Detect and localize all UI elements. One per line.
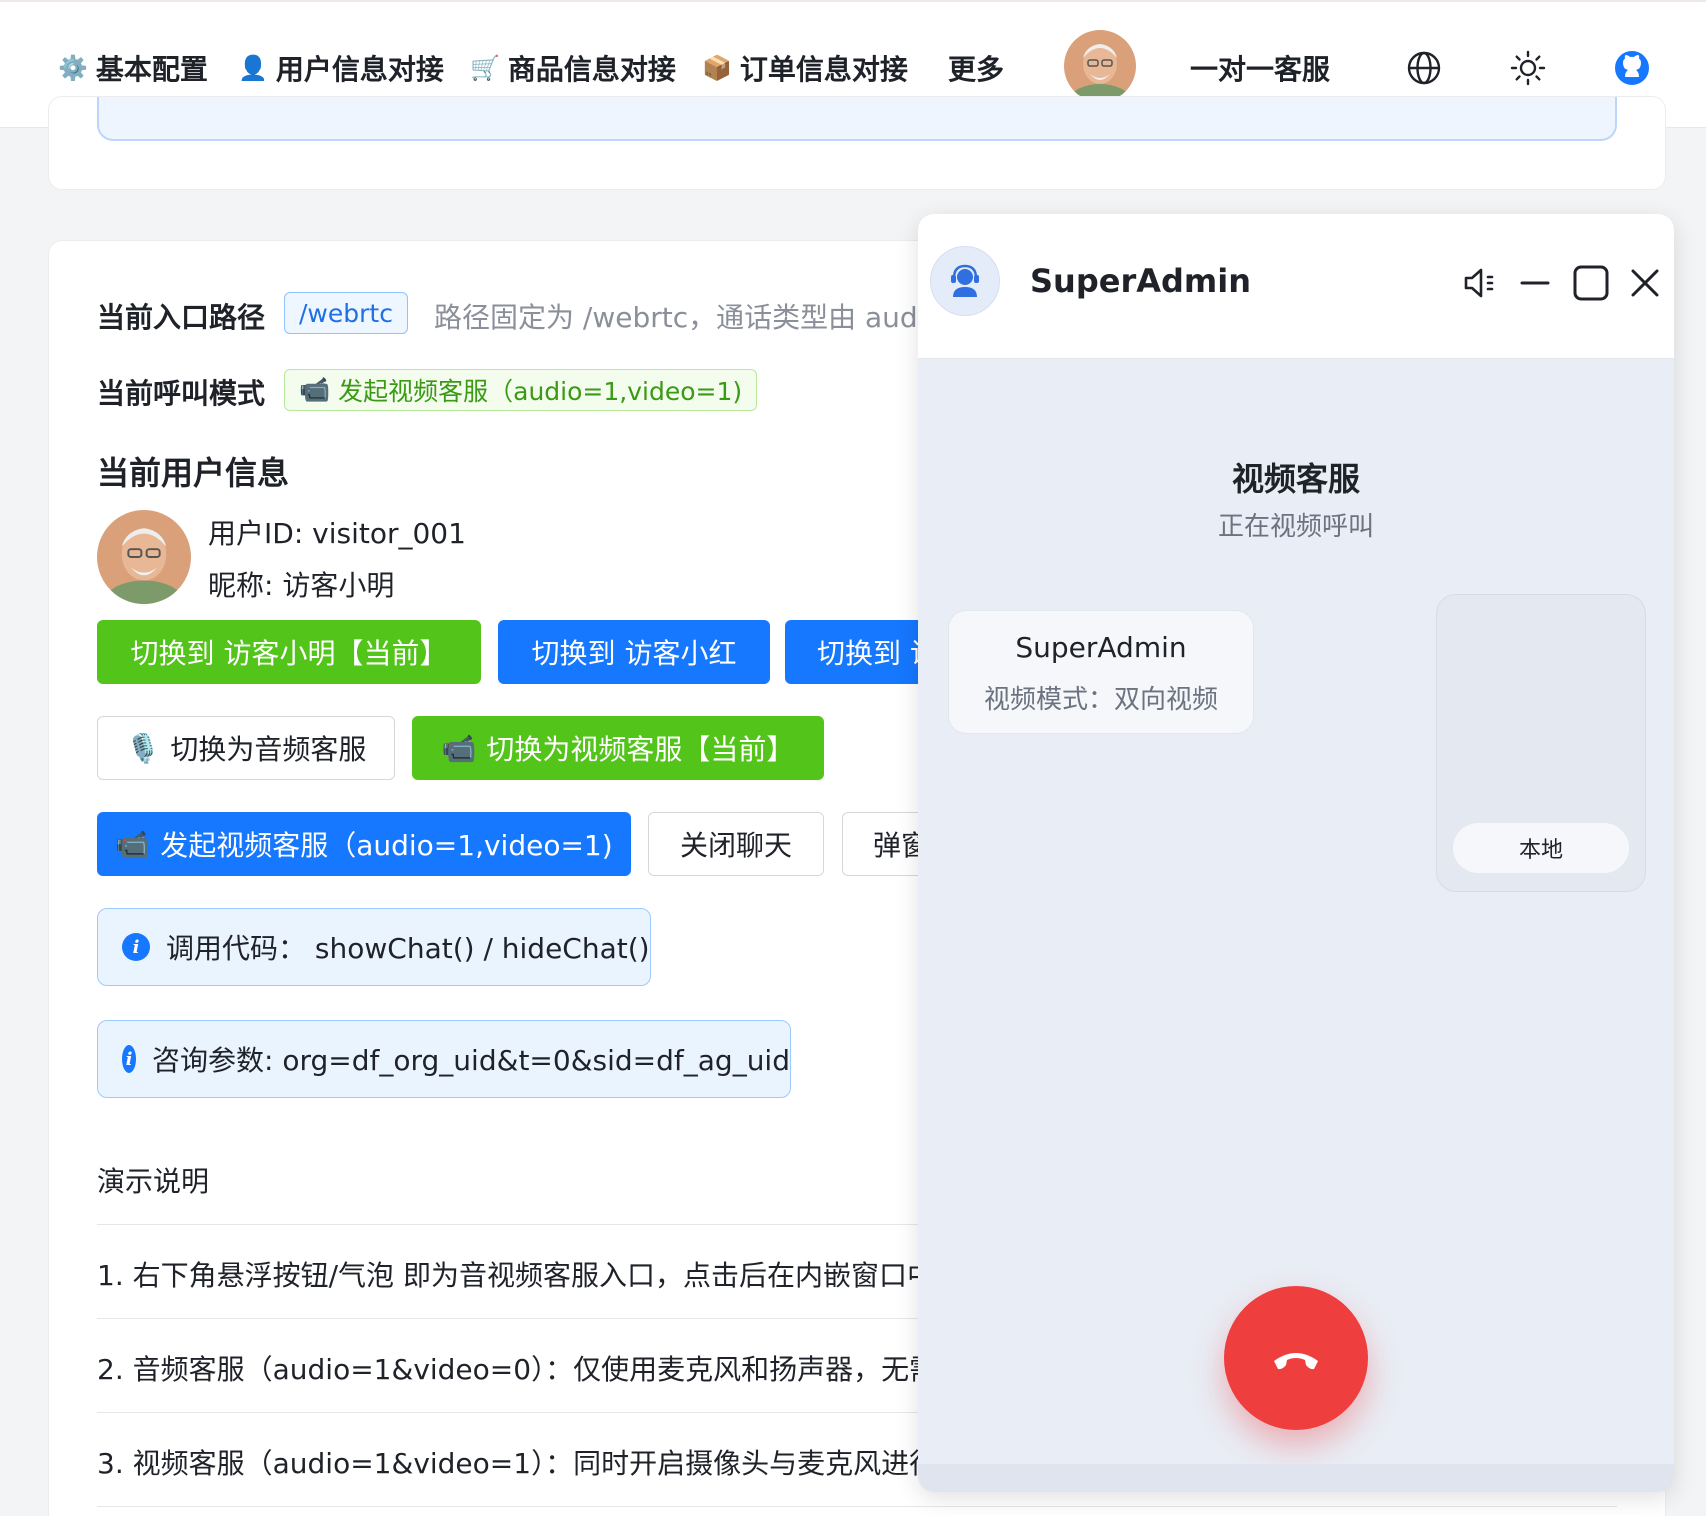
switch-audio-mode-button[interactable]: 🎙️ 切换为音频客服 (97, 716, 395, 780)
nav-label: 基本配置 (95, 53, 208, 86)
remote-participant-card: SuperAdmin 视频模式：双向视频 (948, 610, 1254, 734)
headset-icon (951, 264, 979, 297)
sun-icon[interactable] (1506, 46, 1550, 90)
video-camera-icon: 📹 (115, 827, 151, 861)
globe-icon[interactable] (1402, 46, 1446, 90)
switch-video-mode-button[interactable]: 📹 切换为视频客服【当前】 (412, 716, 824, 780)
nickname-text: 昵称: 访客小明 (208, 569, 395, 602)
local-video-preview: 本地 (1436, 594, 1646, 892)
params-info-text: 咨询参数: org=df_org_uid&t=0&sid=df_ag_uid (152, 1044, 790, 1077)
call-status: 正在视频呼叫 (1217, 512, 1374, 542)
user-id-text: 用户ID: visitor_001 (208, 517, 466, 550)
demo-title: 演示说明 (97, 1165, 210, 1198)
switch-visitor-xiaoming-button[interactable]: 切换到 访客小明【当前】 (97, 620, 481, 684)
minimize-icon[interactable] (1512, 260, 1558, 306)
user-avatar[interactable] (1064, 30, 1136, 102)
info-strip (97, 97, 1617, 141)
call-window-footer (918, 1464, 1674, 1492)
remote-name: SuperAdmin (1015, 631, 1187, 664)
start-video-support-button[interactable]: 📹 发起视频客服（audio=1,video=1) (97, 812, 631, 876)
local-label: 本地 (1453, 823, 1629, 873)
video-camera-icon: 📹 (299, 375, 331, 404)
remote-mode: 视频模式：双向视频 (983, 685, 1218, 715)
code-info-text: 调用代码： showChat() / hideChat() (166, 932, 650, 965)
nav-label: 用户信息对接 (275, 53, 444, 86)
params-info-box: i 咨询参数: org=df_org_uid&t=0&sid=df_ag_uid (97, 1020, 791, 1098)
maximize-icon[interactable] (1568, 260, 1614, 306)
nav-user-info[interactable]: 👤 用户信息对接 (238, 46, 444, 90)
info-icon: i (122, 1045, 137, 1073)
button-label: 发起视频客服（audio=1,video=1) (160, 829, 613, 862)
button-label: 切换为视频客服【当前】 (486, 733, 795, 766)
entry-path-note: 路径固定为 /webrtc，通话类型由 audi (434, 301, 926, 334)
user-info-title: 当前用户信息 (97, 454, 290, 492)
nav-one-on-one-support[interactable]: 一对一客服 (1190, 46, 1330, 90)
package-icon: 📦 (702, 54, 732, 82)
speaker-icon[interactable] (1458, 260, 1504, 306)
nav-more-label: 更多 (948, 53, 1005, 86)
nav-basic-config[interactable]: ⚙️ 基本配置 (58, 46, 208, 90)
mic-icon: 🎙️ (125, 731, 161, 765)
switch-visitor-third-button[interactable]: 切换到 访 (785, 620, 925, 684)
nav-order-info[interactable]: 📦 订单信息对接 (702, 46, 908, 90)
close-chat-button[interactable]: 关闭聊天 (648, 812, 824, 876)
button-label: 切换为音频客服 (170, 733, 367, 766)
code-info-box: i 调用代码： showChat() / hideChat() (97, 908, 651, 986)
cart-icon: 🛒 (470, 54, 500, 82)
gear-icon: ⚙️ (58, 54, 88, 82)
hangup-icon (1274, 1353, 1318, 1370)
call-mode-tag: 📹 发起视频客服（audio=1,video=1) (284, 369, 758, 411)
call-window-header: SuperAdmin (918, 214, 1674, 359)
divider (97, 1506, 1617, 1507)
hangup-button[interactable] (1224, 1286, 1368, 1430)
video-camera-icon: 📹 (441, 731, 477, 765)
close-icon[interactable] (1622, 260, 1668, 306)
nav-support-label: 一对一客服 (1190, 53, 1331, 86)
config-card-top (48, 96, 1666, 190)
info-icon: i (122, 933, 150, 961)
nav-label: 订单信息对接 (739, 53, 908, 86)
visitor-avatar (97, 510, 191, 604)
entry-path-label: 当前入口路径 (97, 301, 266, 334)
agent-avatar (930, 246, 1000, 316)
entry-path-tag: /webrtc (284, 292, 408, 334)
nav-label: 商品信息对接 (507, 53, 676, 86)
call-mode-value: 发起视频客服（audio=1,video=1) (338, 377, 743, 406)
video-call-window: SuperAdmin 视频客服 正在视频呼叫 SuperAdmin 视频模式：双… (918, 214, 1674, 1492)
switch-visitor-xiaohong-button[interactable]: 切换到 访客小红 (498, 620, 770, 684)
call-mode-label: 当前呼叫模式 (97, 377, 266, 410)
nav-product-info[interactable]: 🛒 商品信息对接 (470, 46, 676, 90)
user-icon: 👤 (238, 54, 268, 82)
github-icon[interactable] (1610, 46, 1654, 90)
nav-more[interactable]: 更多 (948, 46, 1004, 90)
agent-name: SuperAdmin (1030, 262, 1251, 300)
call-title: 视频客服 (1231, 460, 1360, 498)
